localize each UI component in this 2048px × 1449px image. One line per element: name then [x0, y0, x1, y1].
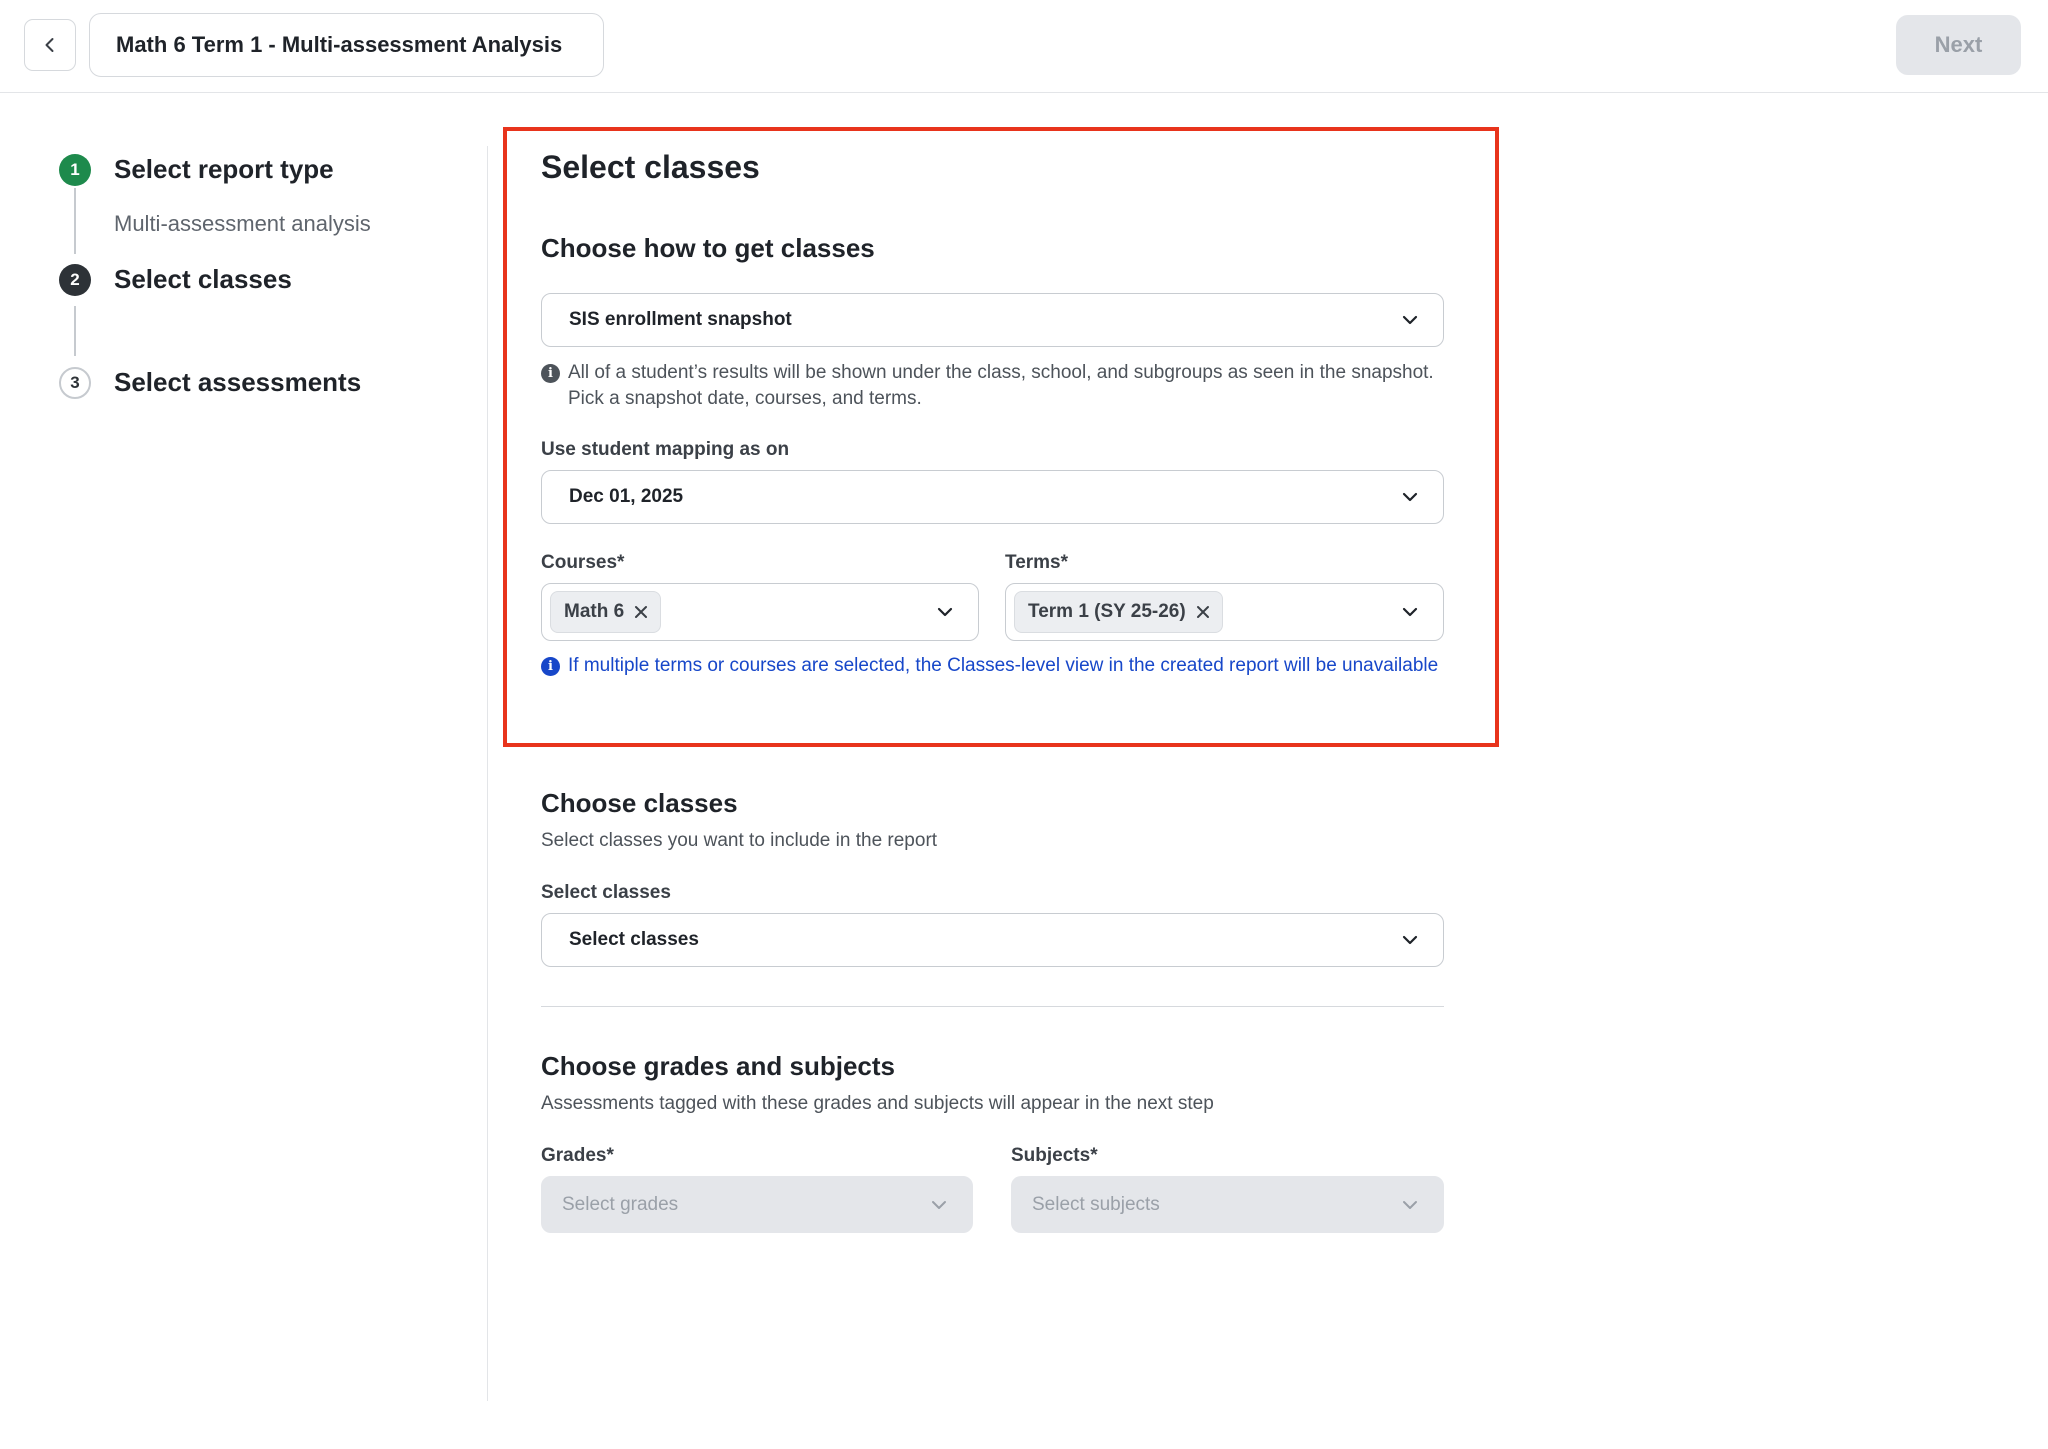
mapping-date-dropdown[interactable]: Dec 01, 2025 [541, 470, 1444, 524]
how-to-get-classes-title: Choose how to get classes [541, 233, 875, 263]
step-2-label[interactable]: Select classes [114, 264, 292, 295]
step-connector [74, 188, 76, 254]
source-dropdown[interactable]: SIS enrollment snapshot [541, 293, 1444, 347]
chevron-left-icon [40, 35, 60, 55]
chevron-down-icon [928, 1194, 950, 1216]
page-bottom-edge [0, 1403, 2048, 1449]
subjects-dropdown[interactable]: Select subjects [1011, 1176, 1444, 1233]
term-chip: Term 1 (SY 25-26) [1014, 591, 1223, 633]
course-chip-label: Math 6 [564, 601, 625, 622]
remove-chip-icon[interactable] [1194, 603, 1212, 621]
section-divider [541, 1006, 1444, 1007]
terms-multiselect[interactable]: Term 1 (SY 25-26) [1005, 583, 1444, 641]
chevron-down-icon [1399, 929, 1421, 951]
chevron-down-icon [1399, 1194, 1421, 1216]
classes-dropdown-value: Select classes [569, 929, 699, 950]
choose-classes-title: Choose classes [541, 788, 738, 818]
chevron-down-icon [1399, 601, 1421, 623]
term-chip-label: Term 1 (SY 25-26) [1028, 601, 1186, 622]
classes-dropdown[interactable]: Select classes [541, 913, 1444, 967]
subjects-placeholder: Select subjects [1032, 1193, 1160, 1215]
chevron-down-icon [934, 601, 956, 623]
grades-dropdown[interactable]: Select grades [541, 1176, 973, 1233]
info-icon: i [541, 364, 560, 383]
source-info: i All of a student’s results will be sho… [541, 360, 1441, 412]
choose-classes-description: Select classes you want to include in th… [541, 830, 938, 851]
mapping-date-value: Dec 01, 2025 [569, 486, 684, 507]
mapping-label: Use student mapping as on [541, 439, 790, 460]
step-2-badge: 2 [59, 264, 91, 296]
step-3-badge: 3 [59, 367, 91, 399]
report-title[interactable]: Math 6 Term 1 - Multi-assessment Analysi… [89, 13, 604, 77]
step-3-label[interactable]: Select assessments [114, 367, 361, 398]
terms-label: Terms* [1005, 552, 1069, 573]
grades-label: Grades* [541, 1145, 614, 1166]
subjects-label: Subjects* [1011, 1145, 1098, 1166]
chevron-down-icon [1399, 486, 1421, 508]
source-info-text: All of a student’s results will be shown… [568, 362, 1434, 409]
courses-multiselect[interactable]: Math 6 [541, 583, 979, 641]
step-connector [74, 306, 76, 356]
grades-placeholder: Select grades [562, 1193, 679, 1215]
grades-subjects-description: Assessments tagged with these grades and… [541, 1093, 1214, 1114]
next-button[interactable]: Next [1896, 15, 2021, 75]
select-classes-label: Select classes [541, 882, 671, 903]
remove-chip-icon[interactable] [632, 603, 650, 621]
multi-selection-warning: i If multiple terms or courses are selec… [541, 653, 1441, 679]
course-chip: Math 6 [550, 591, 662, 633]
grades-subjects-title: Choose grades and subjects [541, 1051, 895, 1081]
info-icon: i [541, 657, 560, 676]
sidebar-divider [487, 146, 488, 1401]
top-bar: Math 6 Term 1 - Multi-assessment Analysi… [0, 0, 2048, 93]
step-1-label[interactable]: Select report type [114, 154, 334, 185]
step-1-sublabel: Multi-assessment analysis [114, 211, 371, 236]
source-dropdown-value: SIS enrollment snapshot [569, 309, 792, 330]
report-title-text: Math 6 Term 1 - Multi-assessment Analysi… [116, 32, 563, 57]
step-1-check-badge: 1 [59, 154, 91, 186]
multi-selection-warning-text: If multiple terms or courses are selecte… [568, 655, 1439, 676]
section-title: Select classes [541, 149, 760, 185]
courses-label: Courses* [541, 552, 625, 573]
chevron-down-icon [1399, 309, 1421, 331]
back-button[interactable] [24, 19, 76, 71]
